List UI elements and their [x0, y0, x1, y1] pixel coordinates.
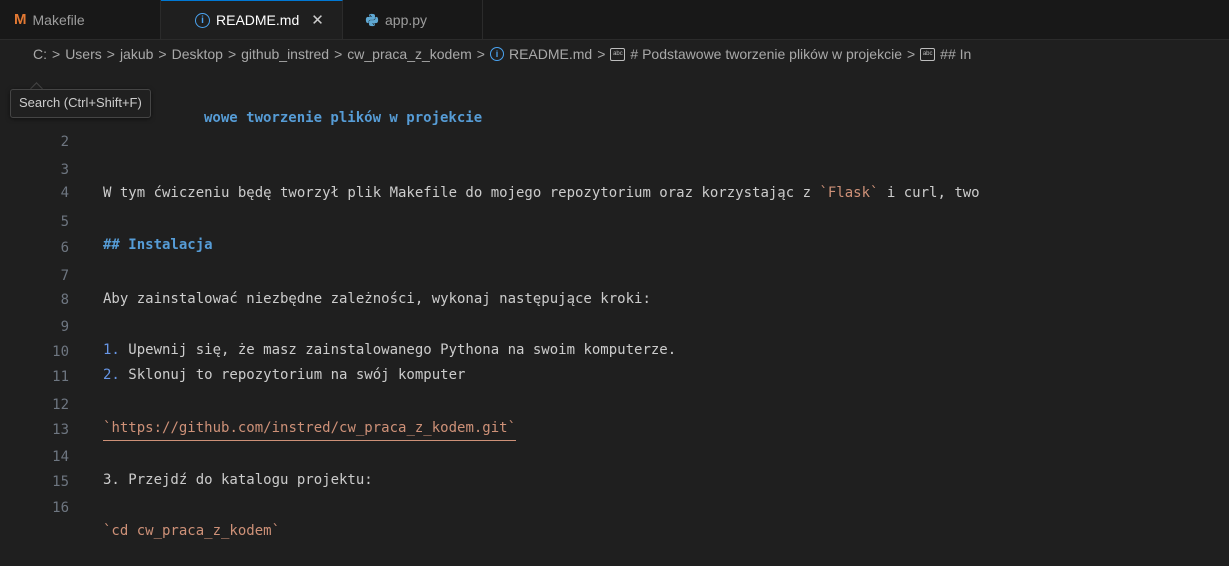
editor-line: 16 `cd cw_praca_z_kodem`	[0, 474, 280, 539]
line-text: Aby zainstalować niezbędne zależności, w…	[103, 291, 651, 307]
inline-code: `Flask`	[819, 185, 879, 201]
editor-line: 4	[0, 159, 69, 201]
repo-link[interactable]: https://github.com/instred/cw_praca_z_ko…	[111, 420, 507, 436]
breadcrumb-item[interactable]: ## In	[940, 46, 971, 62]
makefile-icon: M	[14, 11, 27, 28]
editor-line: 7 Aby zainstalować niezbędne zależności,…	[0, 242, 651, 307]
code-editor[interactable]: wowe tworzenie plików w projekcie 2 3 W …	[0, 68, 1229, 539]
info-icon: i	[489, 47, 504, 61]
breadcrumb-item[interactable]: README.md	[509, 46, 592, 62]
editor-line: 15	[0, 448, 69, 490]
search-tooltip: Search (Ctrl+Shift+F)	[10, 89, 151, 118]
breadcrumb-item[interactable]: github_instred	[241, 46, 329, 62]
list-number: 2.	[103, 367, 120, 383]
line-text: `https://github.com/instred/cw_praca_z_k…	[103, 417, 517, 441]
tab-label: app.py	[385, 11, 428, 28]
breadcrumb-item[interactable]: # Podstawowe tworzenie plików w projekci…	[630, 46, 902, 62]
editor-line: 10 2. Sklonuj to repozytorium na swój ko…	[0, 318, 465, 383]
python-icon	[365, 13, 379, 26]
text-segment: W tym ćwiczeniu będę tworzył plik Makefi…	[103, 185, 820, 201]
editor-tab-bar: M Makefile i README.md ✕ app.py	[0, 0, 1229, 40]
editor-line: 9 1. Upewnij się, że masz zainstalowaneg…	[0, 293, 677, 358]
text-segment: Upewnij się, że masz zainstalowanego Pyt…	[119, 342, 677, 358]
list-number: 1.	[103, 342, 120, 358]
breadcrumb-item[interactable]: Users	[65, 46, 102, 62]
close-icon[interactable]: ✕	[311, 11, 324, 29]
line-text: 1. Upewnij się, że masz zainstalowanego …	[103, 339, 676, 362]
breadcrumb: C: > Users > jakub > Desktop > github_instre…	[0, 40, 1229, 68]
editor-line: 3 W tym ćwiczeniu będę tworzył plik Make…	[0, 136, 980, 201]
tab-label: README.md	[216, 12, 300, 28]
inline-code: `cd cw_praca_z_kodem`	[103, 523, 281, 539]
tab-readme[interactable]: i README.md ✕	[161, 0, 343, 39]
editor-line: 5 ## Instalacja	[0, 188, 213, 253]
breadcrumb-separator: >	[158, 46, 167, 62]
heading-text: ## Instalacja	[103, 237, 213, 253]
editor-line: 12 `https://github.com/instred/cw_praca_…	[0, 371, 517, 441]
breadcrumb-separator: >	[334, 46, 343, 62]
editor-line: 11	[0, 343, 69, 385]
editor-line: 14 3. Przejdź do katalogu projektu:	[0, 423, 373, 488]
tab-label: Makefile	[32, 11, 85, 28]
editor-line: 13	[0, 396, 69, 438]
editor-line: 8	[0, 266, 69, 308]
line-number: 16	[52, 500, 69, 516]
line-text: W tym ćwiczeniu będę tworzył plik Makefi…	[103, 182, 980, 205]
breadcrumb-separator: >	[597, 46, 606, 62]
text-segment: i curl, two	[878, 185, 980, 201]
tab-app-py[interactable]: app.py	[343, 0, 483, 39]
backtick: `	[507, 420, 517, 436]
line-text: 3. Przejdź do katalogu projektu:	[103, 472, 373, 488]
line-text: 2. Sklonuj to repozytorium na swój kompu…	[103, 364, 465, 387]
editor-line: 6	[0, 214, 69, 256]
breadcrumb-separator: >	[52, 46, 61, 62]
heading-text: wowe tworzenie plików w projekcie	[204, 110, 483, 126]
breadcrumb-item[interactable]: C:	[33, 46, 47, 62]
breadcrumb-separator: >	[906, 46, 916, 62]
info-icon: i	[195, 12, 210, 28]
breadcrumb-item[interactable]: jakub	[120, 46, 153, 62]
text-segment: Sklonuj to repozytorium na swój komputer	[119, 367, 466, 383]
breadcrumb-item[interactable]: cw_praca_z_kodem	[347, 46, 472, 62]
string-symbol-icon: abc	[610, 47, 626, 61]
breadcrumb-item[interactable]: Desktop	[172, 46, 223, 62]
breadcrumb-separator: >	[227, 46, 237, 62]
breadcrumb-separator: >	[476, 46, 485, 62]
breadcrumb-separator: >	[106, 46, 115, 62]
string-symbol-icon: abc	[920, 47, 936, 61]
tab-makefile[interactable]: M Makefile	[0, 0, 161, 39]
